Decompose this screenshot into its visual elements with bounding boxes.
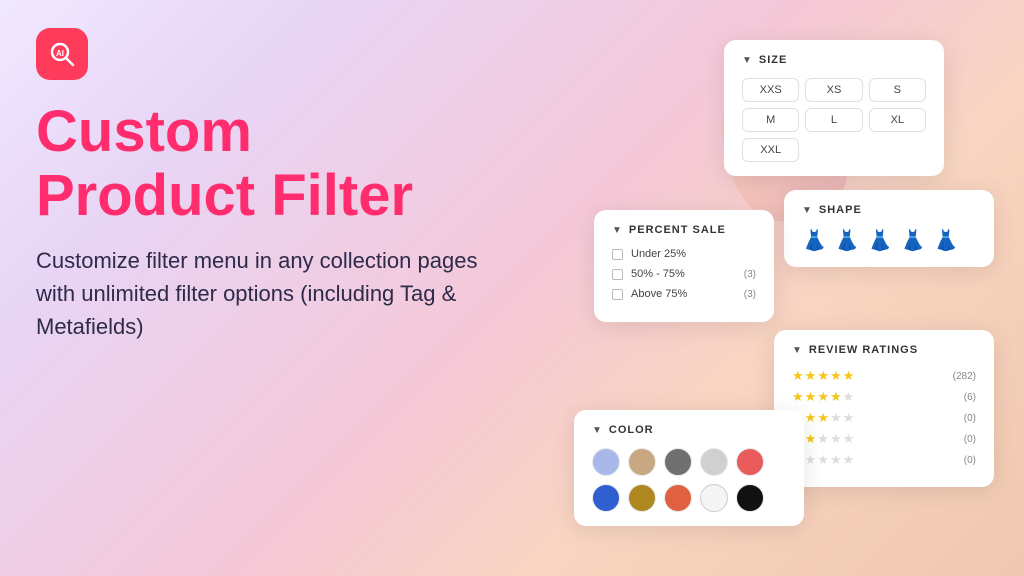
color-gold[interactable] <box>628 484 656 512</box>
percent-50-75: 50% - 75% (3) <box>612 268 756 280</box>
color-tan[interactable] <box>628 448 656 476</box>
percent-card-header: ▼ PERCENT SALE <box>612 224 756 236</box>
size-xl[interactable]: XL <box>869 108 926 132</box>
star3: ★ <box>817 368 829 384</box>
shape-icons-row: 👗 👗 👗 👗 👗 <box>802 228 976 253</box>
review-arrow-icon: ▼ <box>792 345 803 356</box>
color-arrow-icon: ▼ <box>592 425 603 436</box>
app-logo: AI <box>36 28 88 80</box>
color-white[interactable] <box>700 484 728 512</box>
percent-above75: Above 75% (3) <box>612 288 756 300</box>
size-xxl[interactable]: XXL <box>742 138 799 162</box>
star4: ★ <box>830 368 842 384</box>
ui-demo-area: ▼ SIZE XXS XS S M L XL XXL ▼ SHAPE 👗 👗 👗… <box>584 20 1004 560</box>
percent-arrow-icon: ▼ <box>612 225 623 236</box>
svg-text:AI: AI <box>56 49 64 58</box>
size-xxs[interactable]: XXS <box>742 78 799 102</box>
dress-icon-5[interactable]: 👗 <box>934 228 959 253</box>
dress-icon-3[interactable]: 👗 <box>868 228 893 253</box>
shape-card-header: ▼ SHAPE <box>802 204 976 216</box>
color-orange[interactable] <box>664 484 692 512</box>
color-lavender[interactable] <box>592 448 620 476</box>
color-lightgray[interactable] <box>700 448 728 476</box>
color-filter-card: ▼ COLOR <box>574 410 804 526</box>
size-filter-card: ▼ SIZE XXS XS S M L XL XXL <box>724 40 944 176</box>
color-circles-row <box>592 448 786 512</box>
dress-icon-4[interactable]: 👗 <box>901 228 926 253</box>
color-coral[interactable] <box>736 448 764 476</box>
percent-sale-filter-card: ▼ PERCENT SALE Under 25% 50% - 75% (3) A… <box>594 210 774 322</box>
dress-icon-2[interactable]: 👗 <box>835 228 860 253</box>
dress-icon-1[interactable]: 👗 <box>802 228 827 253</box>
shape-filter-card: ▼ SHAPE 👗 👗 👗 👗 👗 <box>784 190 994 267</box>
color-black[interactable] <box>736 484 764 512</box>
shape-arrow-icon: ▼ <box>802 205 813 216</box>
size-card-header: ▼ SIZE <box>742 54 926 66</box>
size-grid: XXS XS S M L XL XXL <box>742 78 926 162</box>
star1: ★ <box>792 368 804 384</box>
left-content: Custom Product Filter Customize filter m… <box>36 100 516 343</box>
percent-under25: Under 25% <box>612 248 756 260</box>
4star-stars: ★ ★ ★ ★ ★ <box>792 389 854 405</box>
color-blue[interactable] <box>592 484 620 512</box>
size-m[interactable]: M <box>742 108 799 132</box>
star2: ★ <box>805 368 817 384</box>
color-gray[interactable] <box>664 448 692 476</box>
size-xs[interactable]: XS <box>805 78 862 102</box>
size-arrow-icon: ▼ <box>742 55 753 66</box>
main-title: Custom Product Filter <box>36 100 516 228</box>
rating-4star[interactable]: ★ ★ ★ ★ ★ (6) <box>792 389 976 405</box>
subtitle-text: Customize filter menu in any collection … <box>36 244 516 343</box>
rating-2star[interactable]: ★ ★ ★ ★ ★ (0) <box>792 431 976 447</box>
rating-3star[interactable]: ★ ★ ★ ★ ★ (0) <box>792 410 976 426</box>
size-l[interactable]: L <box>805 108 862 132</box>
percent-50-75-checkbox[interactable] <box>612 269 623 280</box>
review-card-header: ▼ REVIEW RATINGS <box>792 344 976 356</box>
rating-1star[interactable]: ★ ★ ★ ★ ★ (0) <box>792 452 976 468</box>
5star-stars: ★ ★ ★ ★ ★ <box>792 368 854 384</box>
percent-under25-checkbox[interactable] <box>612 249 623 260</box>
star5: ★ <box>843 368 855 384</box>
review-ratings-filter-card: ▼ REVIEW RATINGS ★ ★ ★ ★ ★ (282) ★ ★ ★ ★… <box>774 330 994 487</box>
percent-above75-checkbox[interactable] <box>612 289 623 300</box>
rating-5star[interactable]: ★ ★ ★ ★ ★ (282) <box>792 368 976 384</box>
size-s[interactable]: S <box>869 78 926 102</box>
color-card-header: ▼ COLOR <box>592 424 786 436</box>
